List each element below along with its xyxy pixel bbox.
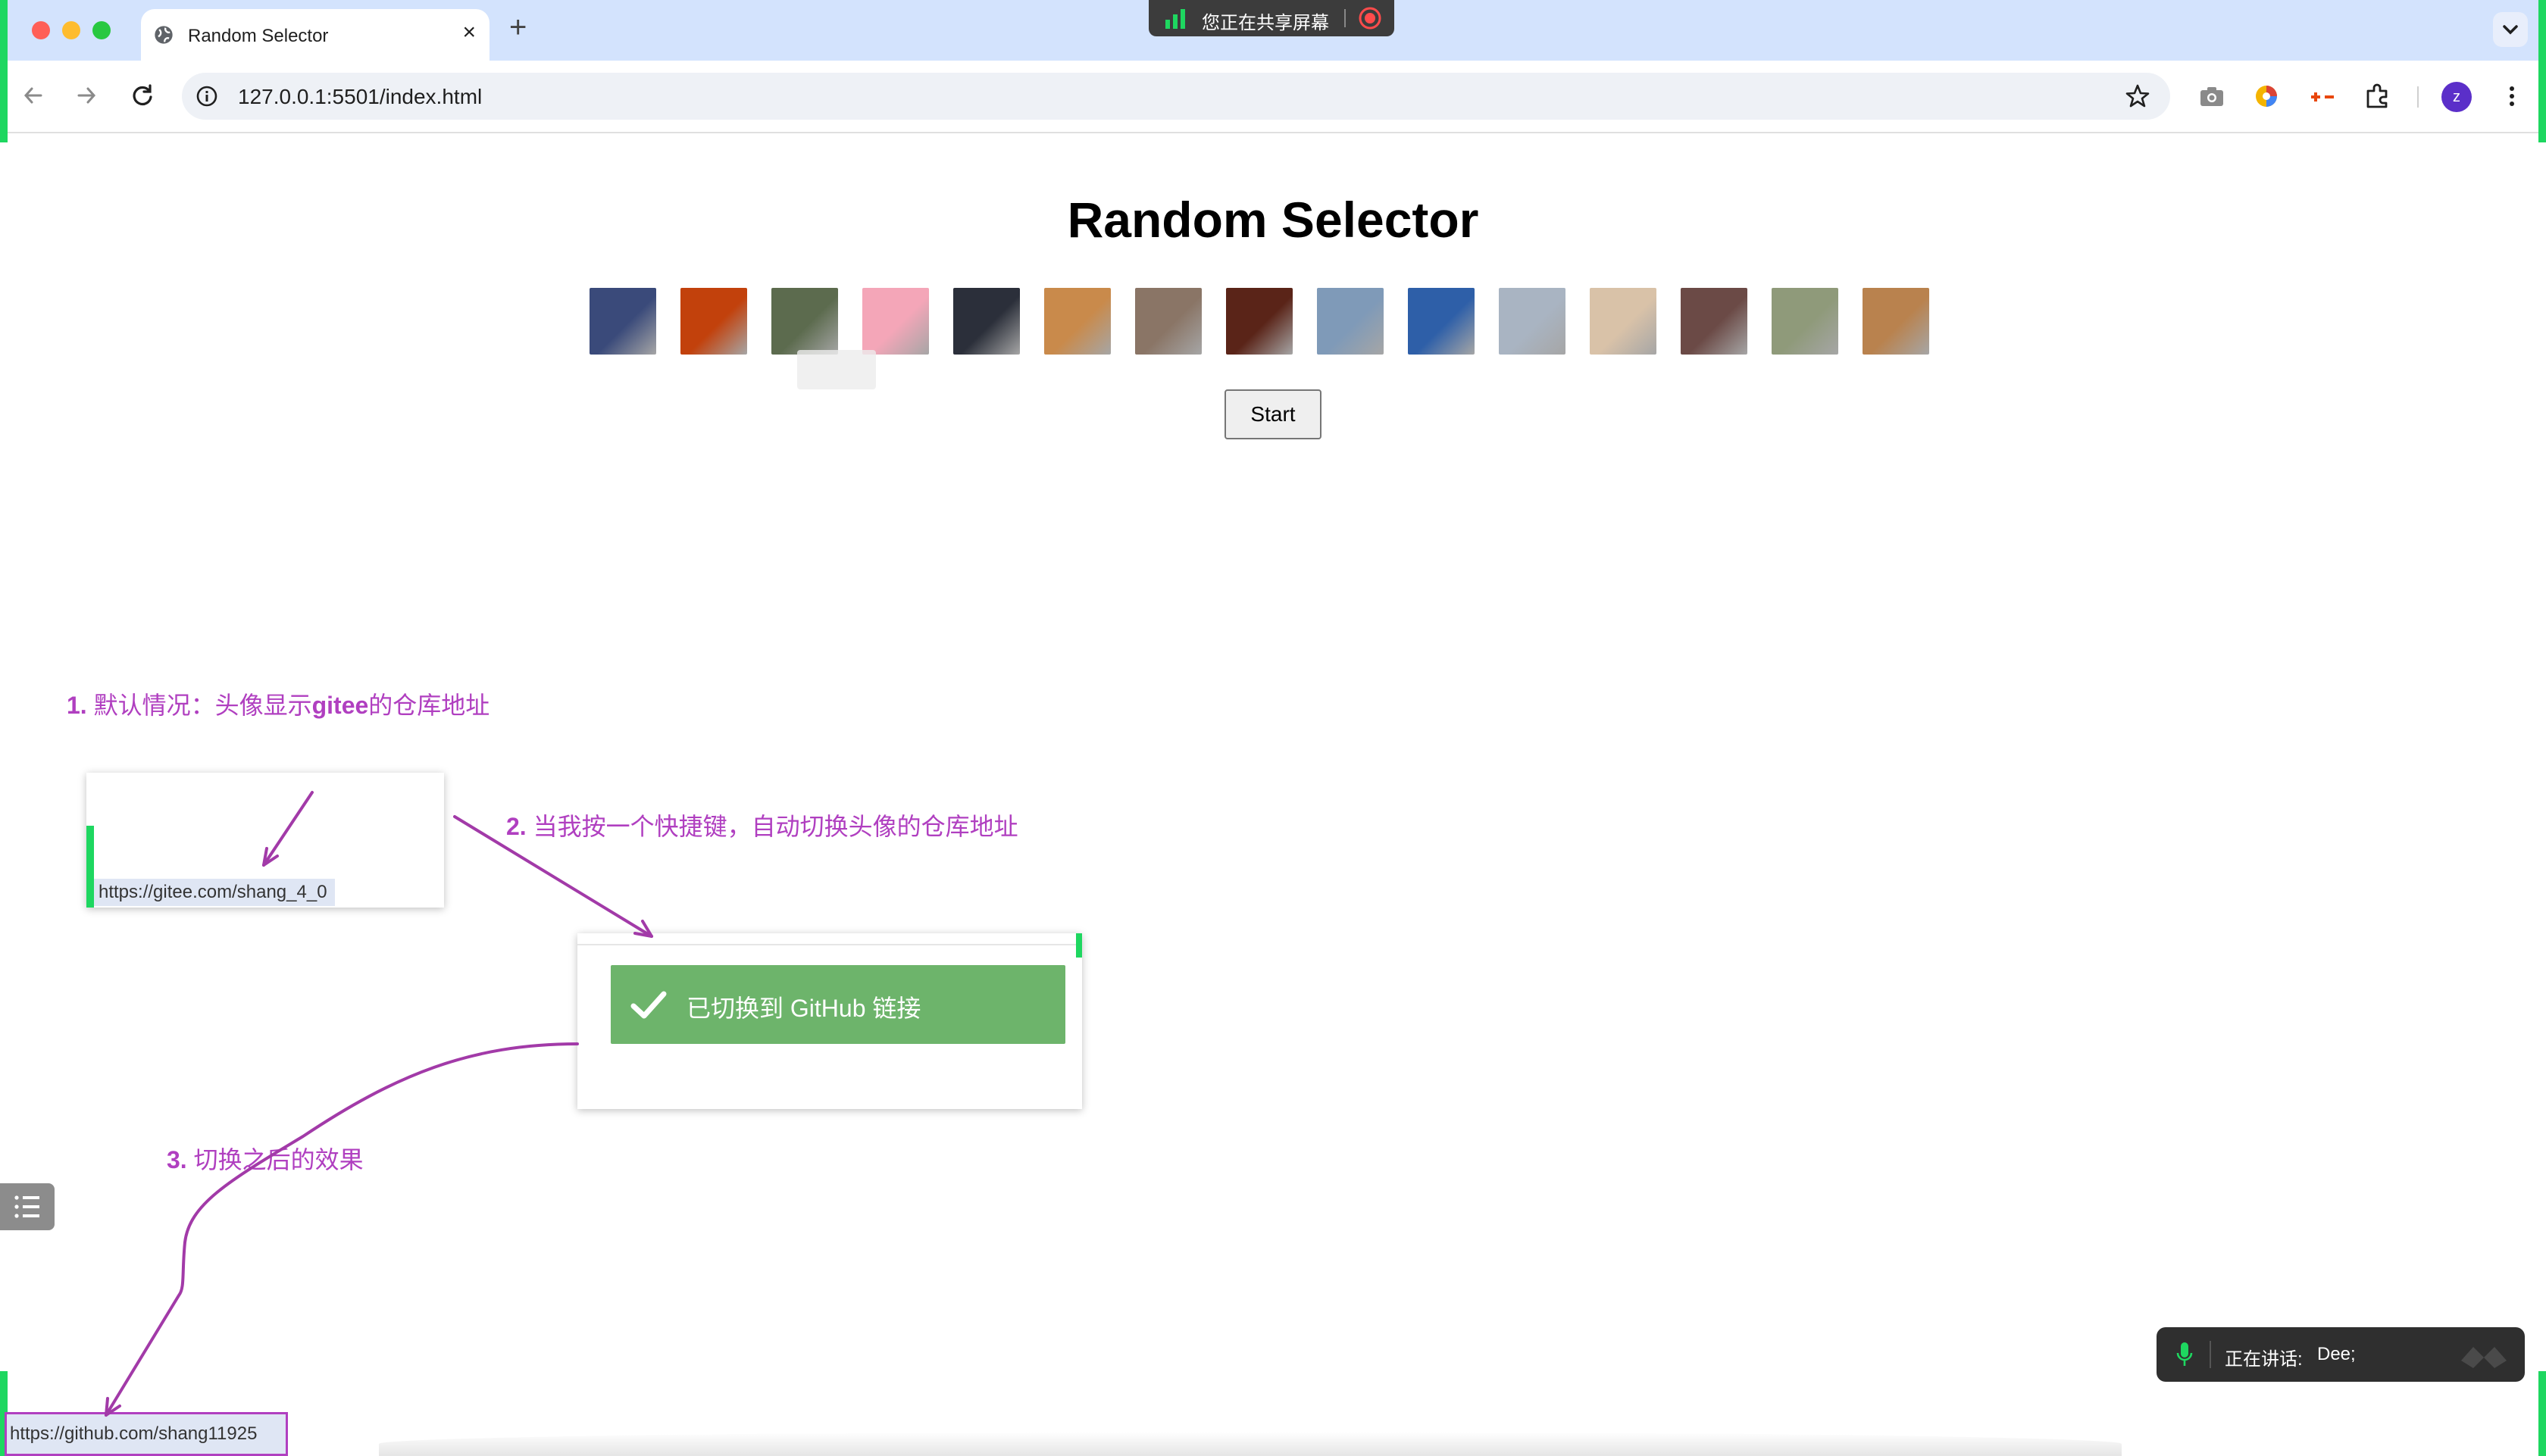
speaking-divider xyxy=(2210,1341,2211,1368)
arrow-3 xyxy=(105,1042,579,1417)
bottom-shadow xyxy=(379,1432,2122,1456)
annotation-arrows xyxy=(105,791,653,1417)
arrow-2 xyxy=(453,815,653,938)
arrow-1 xyxy=(262,791,314,867)
speaking-label: 正在讲话: xyxy=(2225,1349,2303,1370)
meeting-speaking-indicator: 正在讲话: Dee; xyxy=(2157,1327,2525,1382)
microphone-icon xyxy=(2176,1342,2193,1366)
meeting-logo-icon xyxy=(2461,1347,2507,1368)
speaker-name: Dee; xyxy=(2317,1344,2356,1364)
